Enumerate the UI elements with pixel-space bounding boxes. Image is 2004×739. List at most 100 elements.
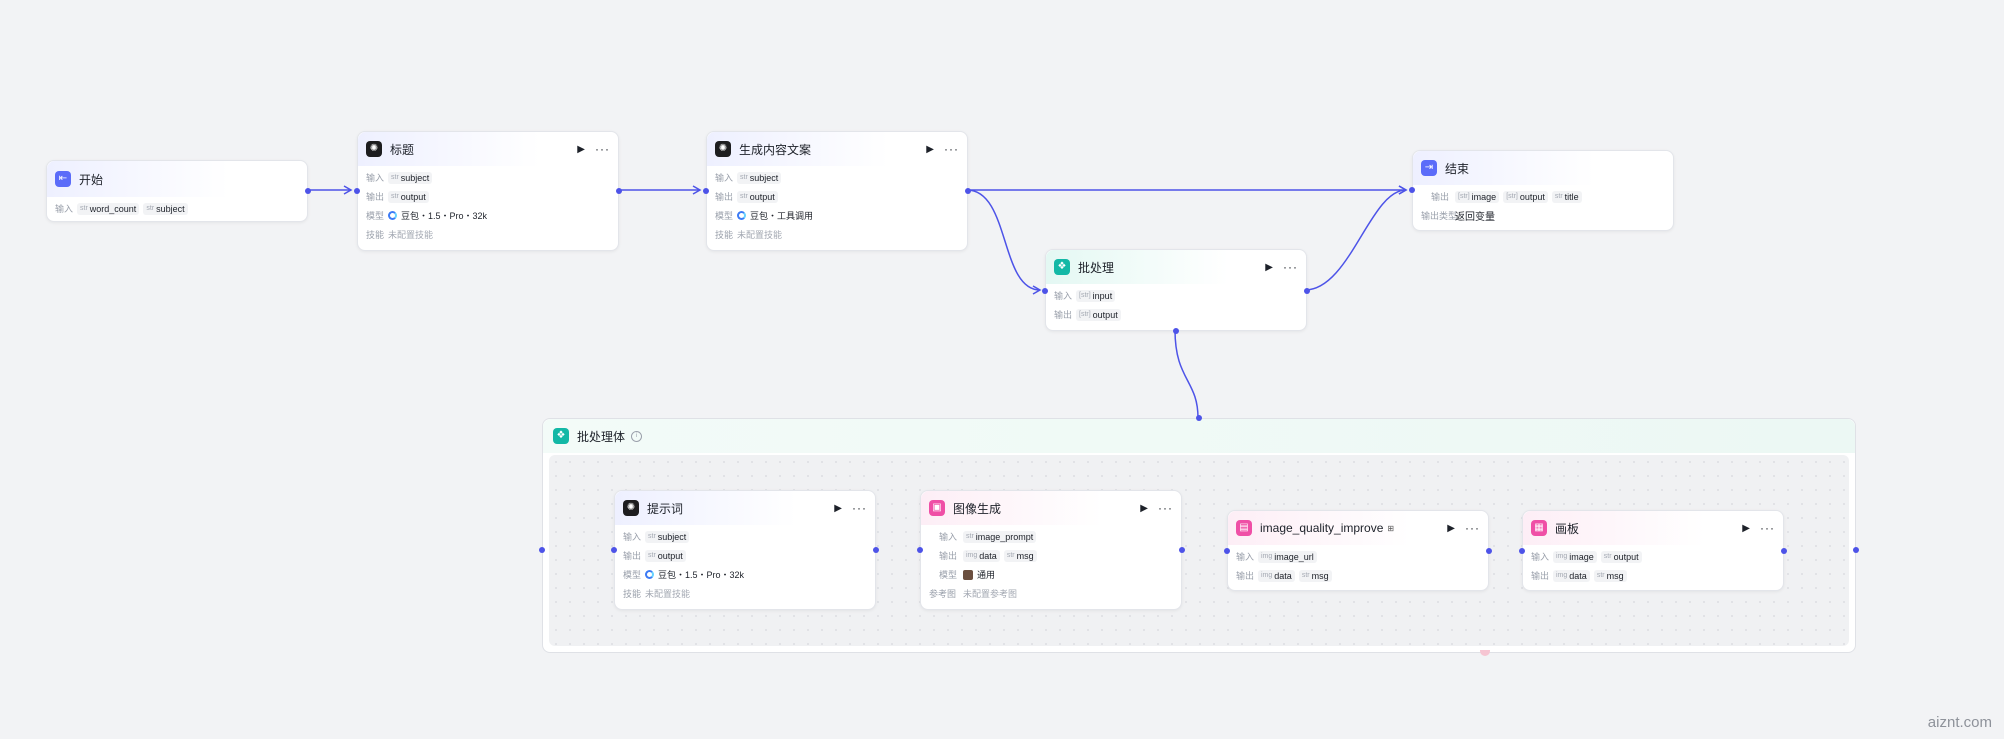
port-out[interactable] bbox=[1781, 548, 1787, 554]
node-batch-title: 批处理 bbox=[1078, 260, 1115, 275]
skill-label: 技能 bbox=[715, 230, 734, 240]
llm-icon: ✺ bbox=[366, 141, 382, 157]
start-icon: ⇤ bbox=[55, 171, 71, 187]
input-label: 输入 bbox=[366, 173, 385, 183]
node-start-title: 开始 bbox=[79, 172, 104, 187]
more-icon[interactable]: ··· bbox=[852, 501, 867, 515]
llm-icon: ✺ bbox=[623, 500, 639, 516]
port-out[interactable] bbox=[1304, 288, 1310, 294]
param-tag: str output bbox=[388, 190, 429, 203]
input-label: 输入 bbox=[55, 204, 74, 214]
node-batch[interactable]: ❖ 批处理 ▶ ··· 输入 [str] input 输出 [str] output bbox=[1042, 249, 1310, 334]
port-in[interactable] bbox=[703, 188, 709, 194]
param-data: img data bbox=[1553, 569, 1590, 582]
output-label: 输出 bbox=[1054, 310, 1073, 320]
model-label: 模型 bbox=[366, 211, 385, 221]
input-label: 输入 bbox=[1236, 552, 1255, 562]
exit-icon: ⇥ bbox=[1421, 160, 1437, 176]
run-icon[interactable]: ▶ bbox=[1447, 523, 1455, 534]
run-icon[interactable]: ▶ bbox=[926, 144, 934, 155]
port-out[interactable] bbox=[616, 188, 622, 194]
workflow-canvas[interactable]: ⇤ 开始 输入 str word_count str subject ✺ 标题 ▶ ·… bbox=[0, 0, 2004, 739]
more-icon[interactable]: ··· bbox=[944, 142, 959, 156]
run-icon[interactable]: ▶ bbox=[1742, 523, 1750, 534]
skill-label: 技能 bbox=[366, 230, 385, 240]
node-image-gen-title: 图像生成 bbox=[953, 501, 1002, 516]
input-label: 输入 bbox=[623, 532, 642, 542]
more-icon[interactable]: ··· bbox=[1158, 501, 1173, 515]
model-label: 模型 bbox=[623, 570, 642, 580]
port-in[interactable] bbox=[611, 547, 617, 553]
watermark: aiznt.com bbox=[1927, 714, 1992, 731]
port-in[interactable] bbox=[917, 547, 923, 553]
port-out[interactable] bbox=[1486, 548, 1492, 554]
wire-content-to-batch bbox=[966, 189, 1042, 295]
param-tag: str image_prompt bbox=[963, 530, 1037, 543]
port-in[interactable] bbox=[1224, 548, 1230, 554]
param-data: img data bbox=[1258, 569, 1295, 582]
node-prompt-header: ✺ 提示词 ▶ ··· bbox=[615, 491, 875, 525]
port-in[interactable] bbox=[1409, 187, 1415, 193]
output-label: 输出 bbox=[1531, 571, 1550, 581]
node-content[interactable]: ✺ 生成内容文案 ▶ ··· 输入 str subject 输出 str output 模… bbox=[703, 131, 971, 251]
node-prompt[interactable]: ✺ 提示词 ▶ ··· 输入 str subject 输出 str output 模型 豆包… bbox=[611, 490, 879, 610]
param-msg: str msg bbox=[1298, 569, 1332, 582]
output-label: 输出 bbox=[1430, 192, 1449, 202]
port-group-top[interactable] bbox=[1196, 415, 1202, 421]
port-bottom[interactable] bbox=[1173, 328, 1179, 334]
model-icon bbox=[388, 211, 397, 220]
node-title[interactable]: ✺ 标题 ▶ ··· 输入 str subject 输出 str output 模型 豆包・… bbox=[354, 131, 622, 251]
param-tag: str subject bbox=[737, 171, 782, 184]
port-out[interactable] bbox=[305, 188, 311, 194]
canvas-icon: ▦ bbox=[1531, 520, 1547, 536]
param-tag: str output bbox=[737, 190, 778, 203]
param-tag: str subject bbox=[388, 171, 433, 184]
image-icon: ▣ bbox=[929, 500, 945, 516]
output-label: 输出 bbox=[623, 551, 642, 561]
model-name: 豆包・工具调用 bbox=[750, 211, 814, 221]
reference-value: 未配置参考图 bbox=[963, 589, 1018, 599]
input-label: 输入 bbox=[938, 532, 957, 542]
info-icon[interactable]: i bbox=[631, 430, 643, 442]
reference-label: 参考图 bbox=[929, 589, 957, 599]
run-icon[interactable]: ▶ bbox=[577, 144, 585, 155]
run-icon[interactable]: ▶ bbox=[834, 503, 842, 514]
type-label: str bbox=[80, 205, 88, 212]
param-output: [str] output bbox=[1503, 190, 1548, 203]
param-image: img image bbox=[1553, 550, 1597, 563]
port-out[interactable] bbox=[965, 188, 971, 194]
model-icon bbox=[737, 211, 746, 220]
port-in[interactable] bbox=[1042, 288, 1048, 294]
run-icon[interactable]: ▶ bbox=[1265, 262, 1273, 273]
node-start[interactable]: ⇤ 开始 输入 str word_count str subject bbox=[46, 160, 311, 222]
more-icon[interactable]: ··· bbox=[1760, 521, 1775, 535]
port-out[interactable] bbox=[873, 547, 879, 553]
node-start-header: ⇤ 开始 bbox=[47, 161, 307, 197]
node-quality[interactable]: ▤ image_quality_improve ⊞ ▶ ··· 输入 img imag… bbox=[1224, 510, 1492, 591]
port-out[interactable] bbox=[1179, 547, 1185, 553]
param-data: img data bbox=[963, 549, 1000, 562]
more-icon[interactable]: ··· bbox=[1283, 260, 1298, 274]
more-icon[interactable]: ··· bbox=[595, 142, 610, 156]
port-group-out[interactable] bbox=[1853, 547, 1859, 553]
node-end-header: ⇥ 结束 bbox=[1413, 151, 1673, 185]
param-title: str title bbox=[1551, 190, 1582, 203]
node-image-gen-header: ▣ 图像生成 ▶ ··· bbox=[921, 491, 1181, 525]
node-image-gen[interactable]: ▣ 图像生成 ▶ ··· 输入 str image_prompt 输出 img data… bbox=[917, 490, 1185, 610]
node-end[interactable]: ⇥ 结束 输出 [str] image [str] output str title … bbox=[1409, 150, 1674, 231]
more-icon[interactable]: ··· bbox=[1465, 521, 1480, 535]
group-title: 批处理体 bbox=[577, 429, 626, 444]
param-subject: str subject bbox=[143, 202, 188, 215]
node-canvas[interactable]: ▦ 画板 ▶ ··· 输入 img image str output 输出 img da… bbox=[1519, 510, 1787, 591]
input-label: 输入 bbox=[1531, 552, 1550, 562]
run-icon[interactable]: ▶ bbox=[1140, 503, 1148, 514]
port-in[interactable] bbox=[1519, 548, 1525, 554]
port-group-in[interactable] bbox=[539, 547, 545, 553]
input-label: 输入 bbox=[715, 173, 734, 183]
node-end-title: 结束 bbox=[1445, 161, 1470, 176]
param-tag: [str] output bbox=[1076, 308, 1121, 321]
model-icon bbox=[645, 570, 654, 579]
port-in[interactable] bbox=[354, 188, 360, 194]
param-word-count: str word_count bbox=[77, 202, 140, 215]
node-prompt-title: 提示词 bbox=[647, 501, 684, 516]
